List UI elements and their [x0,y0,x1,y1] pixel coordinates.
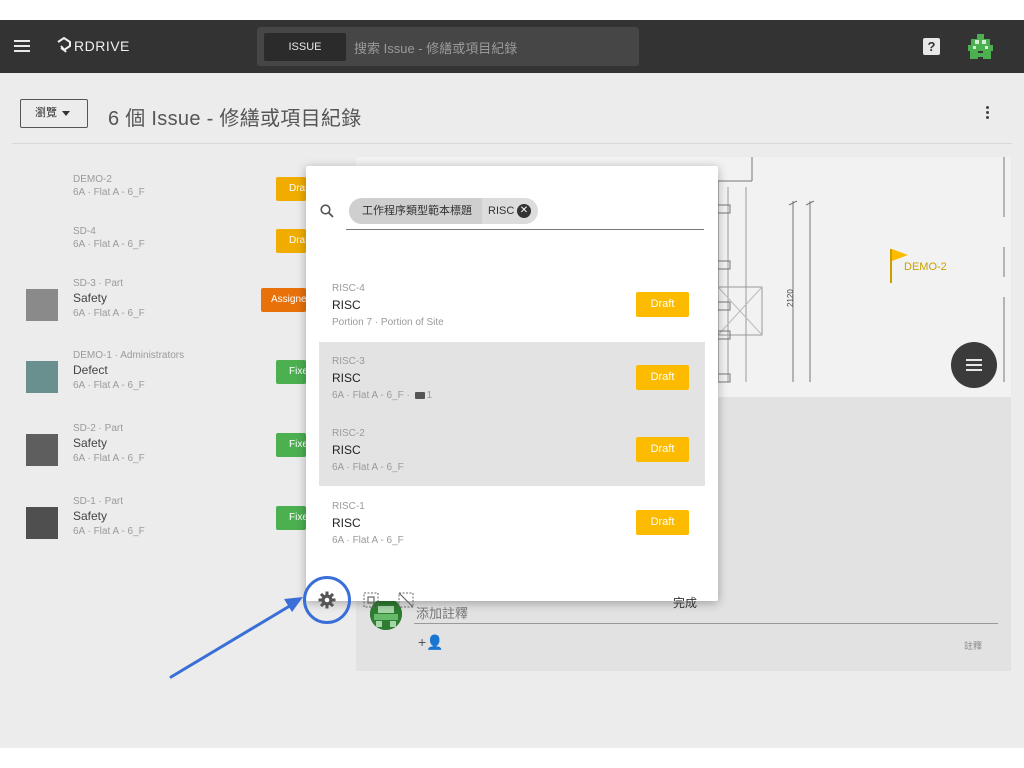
issue-meta: SD-4 [73,226,96,237]
issue-thumbnail [26,507,58,539]
draft-badge: Draft [636,510,689,535]
issue-list-item[interactable]: SD-2 · Part Safety 6A · Flat A - 6_F Fixed [0,423,306,493]
issue-meta: DEMO-2 [73,174,112,185]
logo-text: RDRIVE [74,38,130,54]
risc-title: RISC [332,516,361,530]
risc-list-item[interactable]: RISC-1 RISC 6A · Flat A - 6_F Draft [319,487,705,559]
caret-down-icon [62,110,70,116]
risc-location-text: 6A · Flat A - 6_F [332,535,404,546]
top-bar: RDRIVE ISSUE 搜索 Issue - 修繕或項目紀錄 ? [0,20,1024,73]
issue-list-item[interactable]: DEMO-1 · Administrators Defect 6A · Flat A… [0,350,306,420]
comment-submit-button[interactable]: 註釋 [964,639,982,652]
issue-title: Defect [73,363,108,377]
risc-location-text: 6A · Flat A - 6_F [332,462,404,473]
risc-id: RISC-3 [332,356,365,367]
issue-meta: DEMO-1 · Administrators [73,350,185,361]
attachment-count: 1 [426,390,433,401]
search-bar[interactable]: ISSUE 搜索 Issue - 修繕或項目紀錄 [257,27,639,66]
risc-location: 6A · Flat A - 6_F · 1 [332,390,432,401]
risc-list-item[interactable]: RISC-2 RISC 6A · Flat A - 6_F Draft [319,414,705,486]
plan-dimension-label: 2120 [786,289,795,307]
issue-location: 6A · Flat A - 6_F [73,187,145,198]
issue-location: 6A · Flat A - 6_F [73,380,145,391]
risc-title: RISC [332,443,361,457]
issue-status-badge: Assigned [261,288,306,312]
comment-input[interactable]: 添加註釋 [416,603,468,622]
search-icon [320,204,334,218]
issue-title: Safety [73,436,108,450]
issue-meta: SD-3 · Part [73,278,124,289]
help-icon[interactable]: ? [923,38,940,55]
issue-title: Safety [73,291,108,305]
issue-status-badge: Draft [276,229,306,253]
issue-title: Safety [73,509,108,523]
issue-status-badge: Fixed [276,433,306,457]
draft-badge: Draft [636,292,689,317]
issue-list-item[interactable]: SD-3 · Part Safety 6A · Flat A - 6_F Assign… [0,278,306,348]
page-title: 6 個 Issue - 修繕或項目紀錄 [108,108,362,130]
issue-location: 6A · Flat A - 6_F [73,526,145,537]
select-all-icon[interactable] [363,592,379,608]
filter-chip[interactable]: 工作程序類型範本標題 RISC ✕ [349,198,538,224]
issue-thumbnail [26,361,58,393]
risc-list-item[interactable]: RISC-3 RISC 6A · Flat A - 6_F · 1 Draft [319,342,705,414]
add-person-icon[interactable]: +👤 [418,634,444,651]
deselect-icon[interactable] [398,592,414,608]
search-input[interactable]: 搜索 Issue - 修繕或項目紀錄 [354,38,517,57]
issue-status-badge: Fixed [276,506,306,530]
risc-location: 6A · Flat A - 6_F [332,462,404,473]
filter-chip-label: 工作程序類型範本標題 [349,198,482,224]
risc-location-text: Portion 7 · Portion of Site [332,317,444,328]
issue-location: 6A · Flat A - 6_F [73,308,145,319]
plan-flag-label: DEMO-2 [904,261,947,273]
risc-location-text: 6A · Flat A - 6_F · [332,390,413,401]
user-avatar-icon[interactable] [968,34,993,59]
issue-location: 6A · Flat A - 6_F [73,453,145,464]
issue-meta: SD-2 · Part [73,423,124,434]
issue-thumbnail [26,289,58,321]
search-underline [346,229,704,230]
more-vert-icon[interactable] [986,106,990,120]
fab-menu-button[interactable] [951,342,997,388]
risc-select-dialog: 工作程序類型範本標題 RISC ✕ RISC-4 RISC Portion 7 · … [306,166,718,610]
comment-input-underline [414,623,998,624]
app-window: RDRIVE ISSUE 搜索 Issue - 修繕或項目紀錄 ? 瀏覽 6 個… [0,20,1024,748]
hamburger-menu-icon[interactable] [14,40,30,52]
screen: RDRIVE ISSUE 搜索 Issue - 修繕或項目紀錄 ? 瀏覽 6 個… [0,0,1024,768]
issue-list-item[interactable]: SD-1 · Part Safety 6A · Flat A - 6_F Fixed [0,496,306,566]
browse-label: 瀏覽 [35,107,57,119]
issue-status-badge: Fixed [276,360,306,384]
folder-icon [414,391,425,399]
search-type-button[interactable]: ISSUE [264,33,346,61]
risc-list-item[interactable]: RISC-4 RISC Portion 7 · Portion of Site Dra… [319,269,705,341]
done-button[interactable]: 完成 [673,594,697,611]
issue-status-badge: Draft [276,177,306,201]
issue-location: 6A · Flat A - 6_F [73,239,145,250]
risc-id: RISC-1 [332,501,365,512]
risc-title: RISC [332,371,361,385]
header-divider [12,143,1012,144]
annotation-highlight-circle [303,576,351,624]
issue-meta: SD-1 · Part [73,496,124,507]
logo-mark-icon [57,37,71,53]
draft-badge: Draft [636,365,689,390]
risc-location: 6A · Flat A - 6_F [332,535,404,546]
risc-id: RISC-2 [332,428,365,439]
app-logo[interactable]: RDRIVE [56,35,130,57]
filter-chip-value: RISC [488,205,515,217]
clear-filter-icon[interactable]: ✕ [517,204,531,218]
risc-location: Portion 7 · Portion of Site [332,317,444,328]
issue-thumbnail [26,434,58,466]
draft-badge: Draft [636,437,689,462]
risc-id: RISC-4 [332,283,365,294]
risc-title: RISC [332,298,361,312]
browse-dropdown[interactable]: 瀏覽 [20,99,88,128]
